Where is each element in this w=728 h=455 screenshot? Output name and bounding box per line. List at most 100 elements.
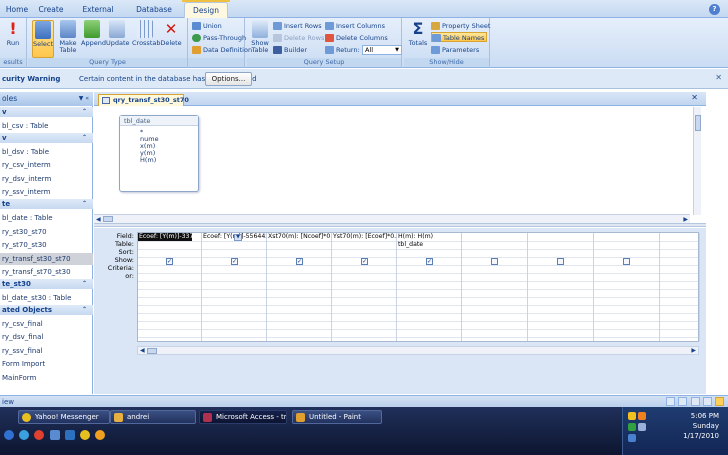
select-button[interactable]: Select	[32, 20, 54, 58]
document-close-icon[interactable]: ✕	[691, 93, 698, 102]
nav-section-header[interactable]: v ⌃	[0, 132, 93, 143]
show-checkbox[interactable]: ✓	[361, 258, 368, 265]
tab-home[interactable]: Home	[4, 2, 30, 18]
grid-column[interactable]	[462, 233, 528, 341]
grid-column[interactable]: Xst70(m): [Ncoef]*0.99 ✓	[267, 233, 332, 341]
nav-item[interactable]: Form Import	[0, 358, 93, 370]
return-select[interactable]: All ▼	[362, 45, 402, 55]
show-checkbox[interactable]	[557, 258, 564, 265]
run-button[interactable]: ! Run	[2, 20, 24, 58]
show-checkbox[interactable]: ✓	[166, 258, 173, 265]
options-button[interactable]: Options...	[205, 72, 252, 86]
yahoo-tray-icon[interactable]	[628, 412, 636, 420]
pivot-chart-view-icon[interactable]	[690, 397, 700, 406]
scroll-right-icon[interactable]: ▶	[683, 216, 688, 223]
grid-table-cell[interactable]	[594, 241, 659, 249]
update-button[interactable]: Update	[106, 20, 130, 58]
nav-section-header[interactable]: te ⌃	[0, 199, 93, 209]
horizontal-scrollbar-top[interactable]: ◀ ▶	[94, 214, 690, 223]
show-checkbox[interactable]	[623, 258, 630, 265]
field-list-table[interactable]: tbl_date * nume x(m) y(m) H(m)	[119, 115, 199, 192]
grid-column[interactable]: Ecoef: [Y(m)]-3371 ✓	[138, 233, 202, 341]
grid-field-cell[interactable]	[462, 233, 527, 241]
explorer-icon[interactable]	[64, 430, 75, 440]
grid-field-cell[interactable]: H(m): H(m)	[397, 233, 461, 241]
scroll-left-icon[interactable]: ◀	[140, 347, 145, 354]
nav-item[interactable]: ry_dsv_interm	[0, 173, 93, 185]
insert-rows-button[interactable]: Insert Rows	[273, 21, 322, 31]
totals-button[interactable]: Σ Totals	[407, 20, 429, 58]
show-table-button[interactable]: Show Table	[250, 20, 270, 58]
builder-button[interactable]: Builder	[273, 45, 307, 55]
sql-view-icon[interactable]	[702, 397, 712, 406]
grid-field-cell[interactable]	[528, 233, 593, 241]
taskbar-item-yahoo[interactable]: Yahoo! Messenger	[18, 410, 110, 424]
design-view-icon[interactable]	[715, 397, 724, 406]
close-icon[interactable]: ✕	[715, 73, 722, 82]
union-button[interactable]: Union	[192, 21, 222, 31]
tab-design[interactable]: Design	[184, 2, 228, 18]
grid-column[interactable]	[528, 233, 594, 341]
grid-column[interactable]: Yst70(m): [Ecoef]*0.99 ✓	[332, 233, 397, 341]
grid-table-cell[interactable]	[462, 241, 527, 249]
tab-external-data[interactable]: External Data	[73, 2, 123, 29]
delete-button[interactable]: ✕ Delete	[160, 20, 182, 58]
field-list-item[interactable]: nume	[120, 136, 198, 143]
grid-table-cell[interactable]: tbl_date	[397, 241, 461, 249]
grid-field-cell[interactable]: Xst70(m): [Ncoef]*0.99	[267, 233, 331, 241]
nav-section-header[interactable]: ated Objects ⌃	[0, 304, 93, 315]
field-list-item[interactable]: *	[120, 129, 198, 136]
tab-create[interactable]: Create	[36, 2, 66, 18]
scroll-left-icon[interactable]: ◀	[96, 216, 101, 223]
chevron-up-icon[interactable]: ⌃	[82, 305, 87, 315]
grid-column[interactable]: H(m): H(m) tbl_date ✓	[397, 233, 462, 341]
start-orb-icon[interactable]	[4, 430, 14, 440]
grid-table-cell[interactable]	[267, 241, 331, 249]
datasheet-view-icon[interactable]	[666, 397, 676, 406]
delete-columns-button[interactable]: Delete Columns	[325, 33, 388, 43]
nav-item[interactable]: bl_dsv : Table	[0, 146, 93, 158]
nav-item[interactable]: ry_transf_st30_st70	[0, 252, 93, 265]
property-sheet-button[interactable]: Property Sheet	[431, 21, 490, 31]
delete-rows-button[interactable]: Delete Rows	[273, 33, 324, 43]
taskbar-item-paint[interactable]: Untitled - Paint	[292, 410, 382, 424]
chevron-up-icon[interactable]: ⌃	[82, 279, 87, 289]
nav-pane-header[interactable]: oles ▼ «	[0, 92, 93, 106]
insert-columns-button[interactable]: Insert Columns	[325, 21, 385, 31]
scroll-thumb[interactable]	[695, 115, 701, 131]
nav-item[interactable]: ry_dsv_final	[0, 331, 93, 343]
make-table-button[interactable]: Make Table	[57, 20, 79, 58]
object-tab-query[interactable]: qry_transf_st30_st70	[98, 94, 189, 106]
grid-field-cell[interactable]	[594, 233, 659, 241]
append-button[interactable]: Append	[81, 20, 106, 58]
nav-item[interactable]: bl_date : Table	[0, 212, 93, 224]
nav-collapse-icon[interactable]: ▼ «	[79, 92, 89, 106]
grid-column[interactable]	[660, 233, 700, 341]
crosstab-button[interactable]: Crosstab	[132, 20, 160, 58]
pivot-table-view-icon[interactable]	[678, 397, 688, 406]
field-list-item[interactable]: H(m)	[120, 157, 198, 164]
show-checkbox[interactable]	[491, 258, 498, 265]
nav-item[interactable]: ry_st30_st70	[0, 226, 93, 238]
clock-time[interactable]: 5:06 PM	[691, 412, 719, 420]
parameters-button[interactable]: Parameters	[431, 45, 479, 55]
table-names-button[interactable]: Table Names	[431, 32, 488, 42]
tray-app-icon[interactable]	[638, 412, 646, 420]
nav-item[interactable]: ry_ssv_final	[0, 345, 93, 357]
grid-field-cell[interactable]	[660, 233, 699, 241]
grid-table-cell[interactable]	[528, 241, 593, 249]
scroll-thumb[interactable]	[147, 348, 157, 354]
show-checkbox[interactable]: ✓	[426, 258, 433, 265]
chevron-up-icon[interactable]: ⌃	[82, 199, 87, 209]
horizontal-scrollbar-grid[interactable]: ◀ ▶	[137, 346, 699, 355]
show-checkbox[interactable]: ✓	[296, 258, 303, 265]
field-dropdown-icon[interactable]: ▼	[234, 234, 242, 241]
winamp-icon[interactable]	[80, 430, 91, 440]
grid-field-cell[interactable]: Ecoef: [Y(m)]-3371	[138, 233, 192, 241]
grid-column[interactable]	[594, 233, 660, 341]
help-icon[interactable]: ?	[709, 4, 720, 15]
show-checkbox[interactable]: ✓	[231, 258, 238, 265]
desktop-icon[interactable]	[49, 430, 60, 440]
scroll-right-icon[interactable]: ▶	[691, 347, 696, 354]
taskbar-item-folder[interactable]: andrei	[110, 410, 196, 424]
